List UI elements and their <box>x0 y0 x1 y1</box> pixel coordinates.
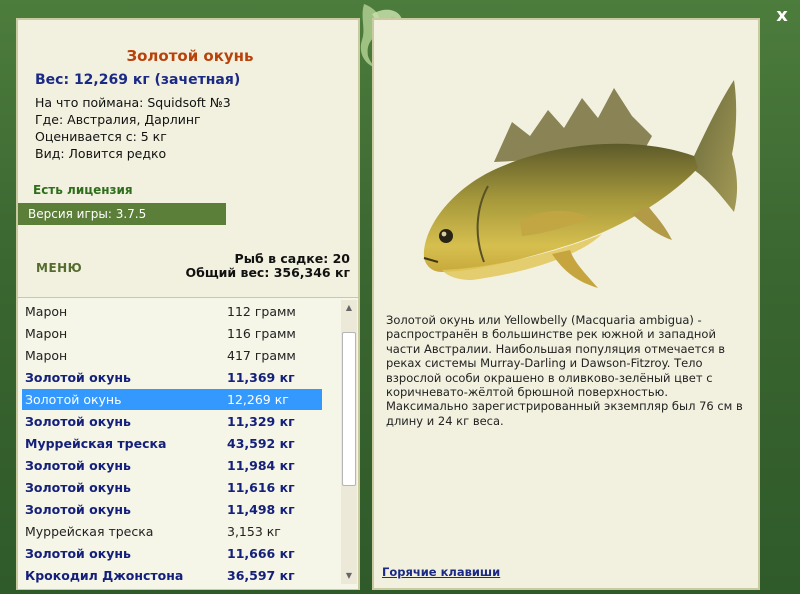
catch-item-name: Золотой окунь <box>25 392 122 407</box>
info-min-weight: Оценивается с: 5 кг <box>35 129 167 144</box>
fish-title: Золотой окунь <box>126 47 254 65</box>
catch-item-name: Марон <box>25 348 68 363</box>
catch-item-weight: 116 грамм <box>227 326 296 341</box>
catch-item-weight: 11,498 кг <box>227 502 295 517</box>
fish-info-panel: Золотой окунь Вес: 12,269 кг (зачетная) … <box>16 18 360 590</box>
catch-item-name: Золотой окунь <box>25 414 131 429</box>
close-icon: x <box>776 5 788 26</box>
catch-list-scrollbar[interactable]: ▲ ▼ <box>341 300 357 584</box>
catch-list-item[interactable]: Марон 112 грамм <box>22 301 322 322</box>
catch-list-item[interactable]: Марон 116 грамм <box>22 323 322 344</box>
catch-item-name: Золотой окунь <box>25 502 131 517</box>
close-button[interactable]: x <box>768 4 796 28</box>
catch-item-weight: 43,592 кг <box>227 436 295 451</box>
fish-detail-panel: Золотой окунь или Yellowbelly (Macquaria… <box>372 18 760 590</box>
catch-item-weight: 3,153 кг <box>227 524 281 539</box>
fish-description: Золотой окунь или Yellowbelly (Macquaria… <box>386 313 743 428</box>
catch-item-name: Золотой окунь <box>25 458 131 473</box>
catch-item-name: Крокодил Джонстона <box>25 568 184 583</box>
scroll-thumb[interactable] <box>342 332 356 486</box>
version-label: Версия игры: 3.7.5 <box>28 207 147 221</box>
catch-item-name: Марон <box>25 304 68 319</box>
catch-list-item[interactable]: Золотой окунь 12,269 кг <box>22 389 322 410</box>
catch-item-weight: 11,616 кг <box>227 480 295 495</box>
version-bar: Версия игры: 3.7.5 <box>18 203 226 225</box>
info-rarity: Вид: Ловится редко <box>35 146 167 161</box>
catch-item-weight: 112 грамм <box>227 304 296 319</box>
catch-list-item[interactable]: Золотой окунь 11,329 кг <box>22 411 322 432</box>
catch-item-name: Муррейская треска <box>25 436 167 451</box>
scroll-up-arrow-icon[interactable]: ▲ <box>341 300 357 316</box>
cage-total-weight: Общий вес: 356,346 кг <box>185 265 351 280</box>
info-bait: На что поймана: Squidsoft №3 <box>35 95 231 110</box>
catch-item-weight: 12,269 кг <box>227 392 289 407</box>
catch-item-weight: 36,597 кг <box>227 568 295 583</box>
cage-count: Рыб в садке: 20 <box>234 251 350 266</box>
catch-item-name: Золотой окунь <box>25 370 131 385</box>
golden-perch-image <box>423 80 738 288</box>
hotkeys-link[interactable]: Горячие клавиши <box>382 565 500 579</box>
catch-list-item[interactable]: Марон 417 грамм <box>22 345 322 366</box>
catch-item-name: Марон <box>25 326 68 341</box>
catch-list-item[interactable]: Муррейская треска 3,153 кг <box>22 521 322 542</box>
catch-list-item[interactable]: Золотой окунь 11,984 кг <box>22 455 322 476</box>
catch-item-name: Муррейская треска <box>25 524 154 539</box>
catch-item-weight: 11,666 кг <box>227 546 295 561</box>
catch-list-item[interactable]: Золотой окунь 11,369 кг <box>22 367 322 388</box>
info-location: Где: Австралия, Дарлинг <box>35 112 201 127</box>
catch-item-name: Золотой окунь <box>25 546 131 561</box>
catch-item-weight: 417 грамм <box>227 348 296 363</box>
catch-list-item[interactable]: Золотой окунь 11,616 кг <box>22 477 322 498</box>
catch-list[interactable]: Марон 112 грамм Марон 116 грамм Марон 417 гра… <box>18 297 358 589</box>
catch-list-item[interactable]: Крокодил Джонстона 36,597 кг <box>22 565 322 586</box>
scroll-down-arrow-icon[interactable]: ▼ <box>341 568 357 584</box>
catch-item-weight: 11,984 кг <box>227 458 295 473</box>
catch-list-item[interactable]: Золотой окунь 11,498 кг <box>22 499 322 520</box>
catch-item-weight: 11,329 кг <box>227 414 295 429</box>
catch-item-weight: 11,369 кг <box>227 370 295 385</box>
catch-item-name: Золотой окунь <box>25 480 131 495</box>
cage-summary: Рыб в садке: 20 Общий вес: 356,346 кг <box>186 252 351 280</box>
license-status: Есть лицензия <box>33 183 133 197</box>
catch-list-item[interactable]: Золотой окунь 11,666 кг <box>22 543 322 564</box>
menu-button[interactable]: МЕНЮ <box>36 261 82 275</box>
fish-weight: Вес: 12,269 кг (зачетная) <box>35 72 241 88</box>
catch-list-item[interactable]: Муррейская треска 43,592 кг <box>22 433 322 454</box>
